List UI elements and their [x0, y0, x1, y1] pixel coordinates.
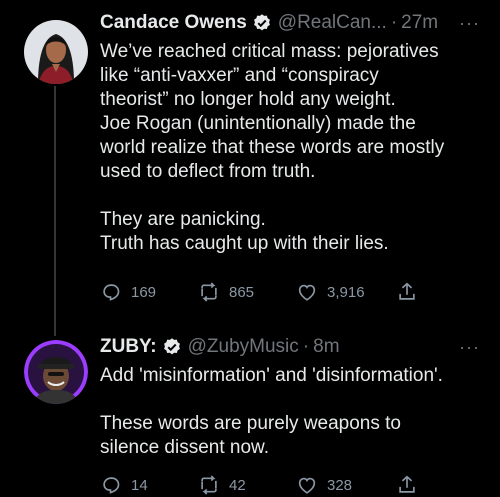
- retweet-icon: [201, 475, 217, 495]
- verified-badge-icon: [163, 338, 180, 355]
- share-button[interactable]: [396, 474, 418, 496]
- tweet-text-line: used to deflect from truth.: [100, 161, 316, 182]
- reply-icon: [103, 284, 120, 301]
- tweet-text-line: like “anti-vaxxer” and “conspiracy: [100, 65, 379, 86]
- timestamp[interactable]: 8m: [313, 336, 339, 358]
- tweet-actions: 169 865 3,916: [100, 281, 418, 303]
- retweet-button[interactable]: 42: [198, 474, 296, 496]
- retweet-count: 865: [229, 283, 255, 301]
- reply-button[interactable]: 14: [100, 474, 198, 496]
- share-icon: [399, 475, 415, 493]
- verified-badge-icon: [253, 14, 270, 31]
- avatar[interactable]: [24, 20, 88, 84]
- tweet-text: Add 'misinformation' and 'disinformation…: [100, 364, 488, 460]
- tweet-actions: 14 42 328: [100, 474, 418, 496]
- reply-icon: [103, 477, 120, 494]
- tweet-text-line: theorist” no longer hold any weight.: [100, 89, 396, 110]
- thread-connector-line: [54, 86, 56, 336]
- retweet-button[interactable]: 865: [198, 281, 296, 303]
- tweet-text-line: Joe Rogan (unintentionally) made the: [100, 113, 416, 134]
- author-handle[interactable]: @RealCan...: [278, 12, 387, 34]
- share-button[interactable]: [396, 281, 418, 303]
- tweet-text-line: They are panicking.: [100, 209, 266, 230]
- more-options-icon[interactable]: ···: [459, 13, 488, 34]
- author-name[interactable]: Candace Owens: [100, 12, 247, 34]
- tweet-header: Candace Owens @RealCan... · 27m ···: [100, 8, 488, 38]
- heart-icon: [298, 477, 316, 494]
- author-name[interactable]: ZUBY:: [100, 336, 157, 358]
- tweet-text-line: world realize that these words are mostl…: [100, 137, 445, 158]
- like-button[interactable]: 328: [296, 474, 396, 496]
- tweet-text-line: These words are purely weapons to: [100, 413, 401, 434]
- more-options-icon[interactable]: ···: [459, 337, 488, 358]
- retweet-icon: [201, 282, 217, 302]
- tweet-text-line: Truth has caught up with their lies.: [100, 233, 389, 254]
- share-icon: [399, 282, 415, 300]
- heart-icon: [298, 284, 316, 301]
- timestamp[interactable]: 27m: [401, 12, 438, 34]
- reply-count: 14: [131, 476, 148, 494]
- tweet-text-line: We’ve reached critical mass: pejoratives: [100, 41, 439, 62]
- tweet-text-line: silence dissent now.: [100, 437, 269, 458]
- author-handle[interactable]: @ZubyMusic: [188, 336, 299, 358]
- tweet-header: ZUBY: @ZubyMusic · 8m ···: [100, 332, 488, 362]
- like-count: 328: [327, 476, 353, 494]
- retweet-count: 42: [229, 476, 246, 494]
- like-count: 3,916: [327, 283, 365, 301]
- reply-button[interactable]: 169: [100, 281, 198, 303]
- reply-count: 169: [131, 283, 157, 301]
- tweet-text-line: Add 'misinformation' and 'disinformation…: [100, 365, 443, 386]
- separator-dot: ·: [302, 336, 310, 357]
- like-button[interactable]: 3,916: [296, 281, 396, 303]
- avatar[interactable]: [24, 340, 88, 404]
- tweet-text: We’ve reached critical mass: pejoratives…: [100, 40, 488, 256]
- separator-dot: ·: [390, 12, 398, 33]
